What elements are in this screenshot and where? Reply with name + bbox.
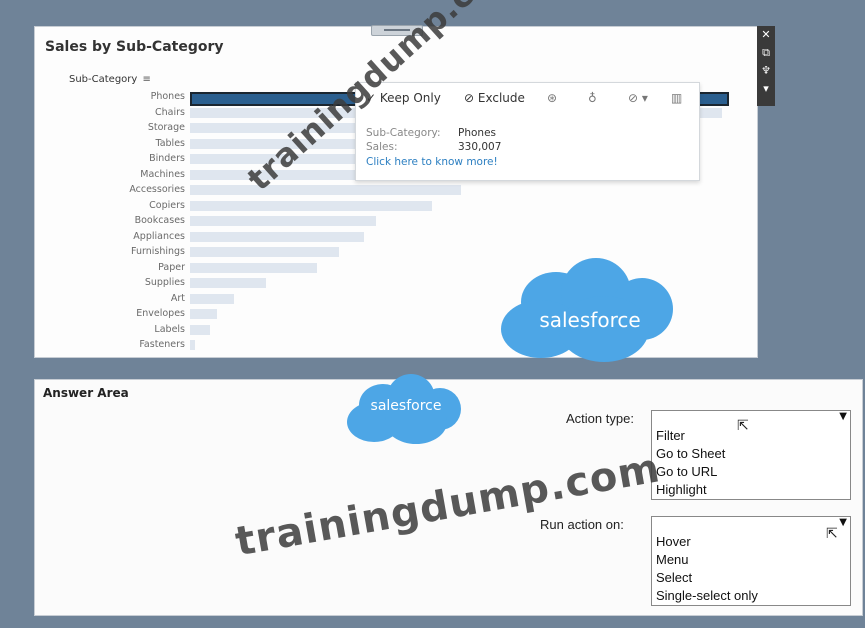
category-label: Phones [150, 91, 185, 102]
chart-row: Machines [35, 168, 185, 182]
salesforce-logo: salesforce [501, 252, 679, 362]
category-label: Storage [147, 122, 185, 133]
salesforce-logo-small-text: salesforce [370, 398, 442, 414]
chart-row: Labels [35, 323, 185, 337]
bar-paper[interactable] [190, 262, 318, 273]
bar-envelopes[interactable] [190, 309, 217, 319]
category-label: Supplies [144, 277, 185, 288]
bar-appliances[interactable] [190, 231, 365, 242]
category-label: Labels [154, 323, 185, 335]
group-icon[interactable]: ⊛ [547, 91, 557, 105]
run-action-options: Hover Menu Select Single-select only [651, 533, 851, 606]
salesforce-logo-text: salesforce [539, 308, 641, 332]
chart-row: Fasteners [35, 338, 185, 352]
category-label: Bookcases [134, 215, 185, 226]
chart-row: Binders [35, 152, 185, 166]
category-label: Fasteners [139, 339, 185, 350]
dropdown-option[interactable]: Hover [652, 533, 850, 551]
category-label: Copiers [149, 199, 185, 211]
chart-row: Storage [35, 121, 185, 135]
chart-row: Chairs [35, 106, 185, 120]
category-label: Appliances [133, 230, 185, 242]
category-label: Tables [155, 137, 185, 149]
chart-row: Art [35, 292, 185, 306]
answer-area-title: Answer Area [43, 386, 129, 400]
close-icon[interactable]: ✕ [757, 26, 775, 44]
tooltip-sales-value: 330,007 [458, 141, 502, 153]
run-action-dropdown[interactable]: ▼ [651, 516, 851, 534]
salesforce-logo-small: salesforce [347, 372, 465, 444]
bar-copiers[interactable] [190, 200, 433, 211]
chart-row: Phones [35, 90, 185, 104]
exclude-button[interactable]: ⊘ Exclude [464, 91, 525, 105]
chevron-down-icon[interactable]: ▼ [839, 517, 847, 528]
dropdown-option[interactable]: Highlight [652, 481, 850, 499]
view-data-icon[interactable]: ▥ [671, 91, 682, 105]
chart-row: Accessories [35, 183, 185, 197]
sheet-toolbar: ✕ ⧉ ♆ ▾ [757, 26, 775, 106]
tooltip-sales-label: Sales: [366, 141, 398, 153]
more-options-icon[interactable]: ▾ [757, 80, 775, 98]
chart-title: Sales by Sub-Category [45, 39, 224, 55]
tooltip-sales: Sales: 330,007 [366, 141, 501, 153]
category-label: Envelopes [136, 308, 185, 319]
category-label: Machines [140, 168, 185, 180]
mouse-cursor-icon: ⇱ [737, 418, 749, 434]
subcategory-header[interactable]: Sub-Category ≡ [69, 74, 151, 85]
bar-fasteners[interactable] [190, 340, 195, 350]
tooltip-subcategory-value: Phones [458, 127, 496, 139]
mouse-cursor-icon: ⇱ [826, 526, 838, 542]
dropdown-option[interactable]: Menu [652, 551, 850, 569]
chart-row: Tables [35, 137, 185, 151]
chart-row: Envelopes [35, 307, 185, 321]
chart-row: Appliances [35, 230, 185, 244]
bar-labels[interactable] [190, 324, 211, 335]
bar-supplies[interactable] [190, 278, 266, 288]
tooltip-subcategory-label: Sub-Category: [366, 127, 441, 139]
category-label: Accessories [129, 184, 185, 195]
subcategory-header-label: Sub-Category [69, 74, 138, 85]
action-type-options: Filter Go to Sheet Go to URL Highlight [651, 427, 851, 500]
chart-row: Copiers [35, 199, 185, 213]
dropdown-option[interactable]: Filter [652, 427, 850, 445]
dropdown-option[interactable]: Go to Sheet [652, 445, 850, 463]
bar-art[interactable] [190, 293, 234, 304]
tooltip-subcategory: Sub-Category: Phones [366, 127, 496, 139]
action-type-dropdown[interactable]: ▼ [651, 410, 851, 428]
chevron-down-icon[interactable]: ▼ [839, 411, 847, 422]
dropdown-option[interactable]: Go to URL [652, 463, 850, 481]
sort-icon[interactable]: ≡ [143, 74, 151, 85]
bar-furnishings[interactable] [190, 247, 339, 257]
category-label: Paper [158, 261, 185, 273]
category-label: Furnishings [131, 246, 185, 257]
filter-icon[interactable]: ♆ [757, 62, 775, 80]
tooltip-popup: ✓ Keep Only ⊘ Exclude ⊛ ♁ ⊘ ▾ ▥ Sub-Cate… [355, 82, 700, 181]
tooltip-link[interactable]: Click here to know more! [366, 156, 498, 168]
category-label: Binders [149, 153, 185, 164]
chart-row: Bookcases [35, 214, 185, 228]
category-label: Chairs [155, 106, 185, 118]
dropdown-option[interactable]: Select [652, 569, 850, 587]
category-label: Art [170, 292, 185, 304]
set-icon[interactable]: ⊘ ▾ [628, 91, 648, 105]
chart-row: Supplies [35, 276, 185, 290]
chart-row: Paper [35, 261, 185, 275]
dropdown-option[interactable]: Single-select only [652, 587, 850, 605]
chart-row: Furnishings [35, 245, 185, 259]
bar-bookcases[interactable] [190, 216, 377, 226]
pin-icon[interactable]: ♁ [588, 91, 597, 105]
bar-accessories[interactable] [190, 185, 462, 195]
open-sheet-icon[interactable]: ⧉ [757, 44, 775, 62]
action-type-label: Action type: [566, 411, 634, 426]
run-action-label: Run action on: [540, 517, 624, 532]
